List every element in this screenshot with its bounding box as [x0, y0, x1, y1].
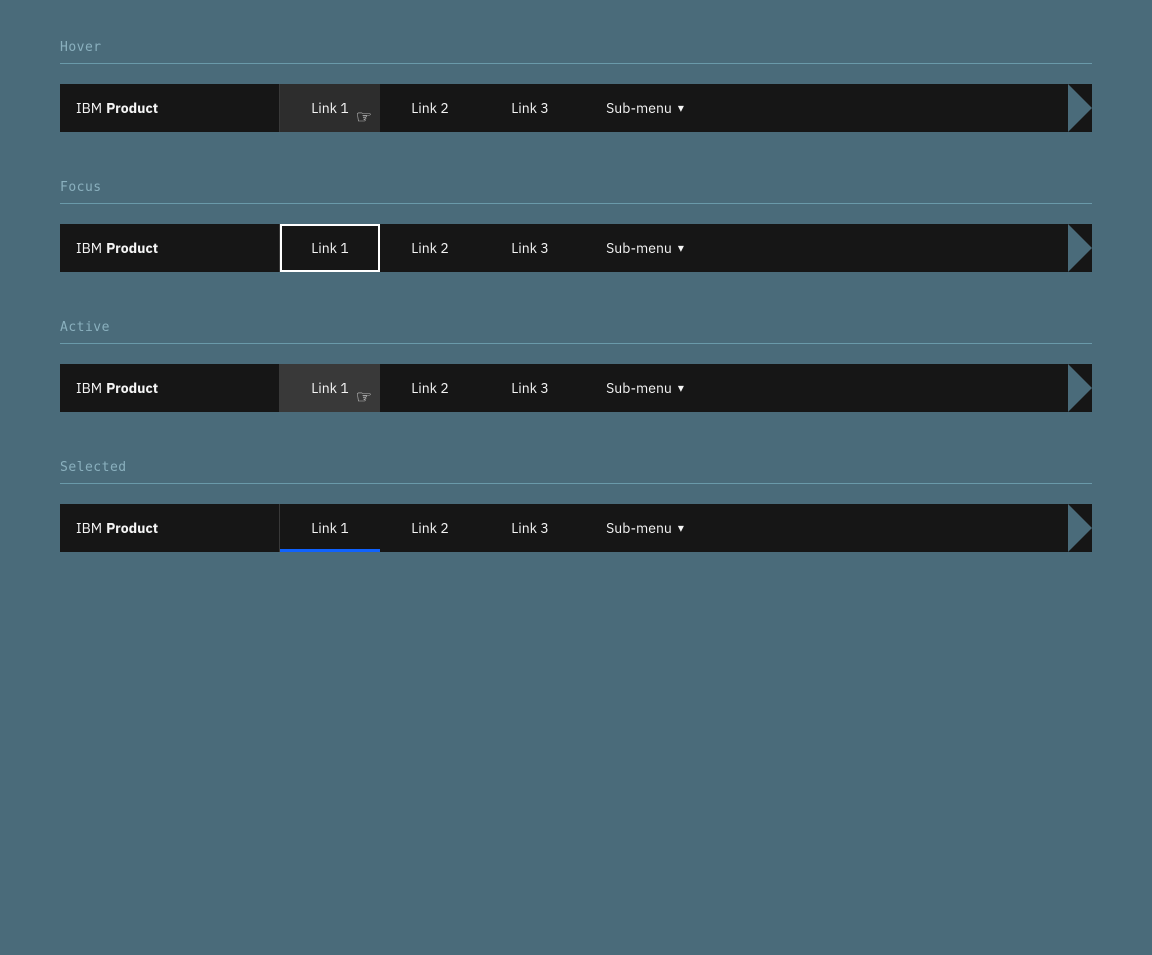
brand-product-focus: Product: [106, 239, 158, 257]
navbar-end-selected: [1052, 504, 1092, 552]
brand-ibm-active: IBM: [76, 379, 102, 397]
divider-selected: [60, 483, 1092, 484]
navbar-brand-selected: IBM Product: [60, 504, 280, 552]
divider-hover: [60, 63, 1092, 64]
nav-link-1-active[interactable]: Link 1: [280, 364, 380, 412]
nav-link-2-selected[interactable]: Link 2: [380, 504, 480, 552]
nav-link-2-active[interactable]: Link 2: [380, 364, 480, 412]
section-focus: Focus IBM Product Link 1 Link 2 Link 3 S…: [60, 180, 1092, 272]
submenu-label-selected: Sub-menu: [606, 519, 672, 537]
submenu-label-focus: Sub-menu: [606, 239, 672, 257]
chevron-down-icon-active: ▾: [678, 381, 684, 396]
brand-product-selected: Product: [106, 519, 158, 537]
navbar-end-focus: [1052, 224, 1092, 272]
brand-ibm-selected: IBM: [76, 519, 102, 537]
nav-submenu-hover[interactable]: Sub-menu ▾: [580, 84, 710, 132]
nav-link-1-selected[interactable]: Link 1: [280, 504, 380, 552]
divider-focus: [60, 203, 1092, 204]
nav-link-1-focus[interactable]: Link 1: [280, 224, 380, 272]
navbar-focus: IBM Product Link 1 Link 2 Link 3 Sub-men…: [60, 224, 1092, 272]
section-selected: Selected IBM Product Link 1 Link 2 Link …: [60, 460, 1092, 552]
navbar-links-focus: Link 1 Link 2 Link 3 Sub-menu ▾: [280, 224, 1052, 272]
section-label-selected: Selected: [60, 460, 1092, 475]
nav-submenu-active[interactable]: Sub-menu ▾: [580, 364, 710, 412]
nav-link-2-hover[interactable]: Link 2: [380, 84, 480, 132]
section-label-focus: Focus: [60, 180, 1092, 195]
section-label-hover: Hover: [60, 40, 1092, 55]
brand-product-hover: Product: [106, 99, 158, 117]
nav-link-3-active[interactable]: Link 3: [480, 364, 580, 412]
divider-active: [60, 343, 1092, 344]
nav-submenu-selected[interactable]: Sub-menu ▾: [580, 504, 710, 552]
chevron-down-icon-selected: ▾: [678, 521, 684, 536]
section-hover: Hover IBM Product Link 1 Link 2 Link 3 S…: [60, 40, 1092, 132]
navbar-end-hover: [1052, 84, 1092, 132]
brand-ibm-focus: IBM: [76, 239, 102, 257]
section-label-active: Active: [60, 320, 1092, 335]
nav-link-3-selected[interactable]: Link 3: [480, 504, 580, 552]
brand-ibm-hover: IBM: [76, 99, 102, 117]
chevron-down-icon-focus: ▾: [678, 241, 684, 256]
nav-link-2-focus[interactable]: Link 2: [380, 224, 480, 272]
navbar-notch-selected: [1068, 504, 1092, 552]
navbar-notch-active: [1068, 364, 1092, 412]
navbar-links-hover: Link 1 Link 2 Link 3 Sub-menu ▾: [280, 84, 1052, 132]
nav-link-3-focus[interactable]: Link 3: [480, 224, 580, 272]
section-active: Active IBM Product Link 1 Link 2 Link 3 …: [60, 320, 1092, 412]
nav-submenu-focus[interactable]: Sub-menu ▾: [580, 224, 710, 272]
navbar-brand-focus: IBM Product: [60, 224, 280, 272]
navbar-selected: IBM Product Link 1 Link 2 Link 3 Sub-men…: [60, 504, 1092, 552]
navbar-links-active: Link 1 Link 2 Link 3 Sub-menu ▾: [280, 364, 1052, 412]
chevron-down-icon-hover: ▾: [678, 101, 684, 116]
submenu-label-active: Sub-menu: [606, 379, 672, 397]
navbar-hover: IBM Product Link 1 Link 2 Link 3 Sub-men…: [60, 84, 1092, 132]
navbar-brand-active: IBM Product: [60, 364, 280, 412]
submenu-label-hover: Sub-menu: [606, 99, 672, 117]
navbar-brand-hover: IBM Product: [60, 84, 280, 132]
navbar-notch-focus: [1068, 224, 1092, 272]
navbar-active: IBM Product Link 1 Link 2 Link 3 Sub-men…: [60, 364, 1092, 412]
nav-link-3-hover[interactable]: Link 3: [480, 84, 580, 132]
nav-link-1-hover[interactable]: Link 1: [280, 84, 380, 132]
navbar-end-active: [1052, 364, 1092, 412]
brand-product-active: Product: [106, 379, 158, 397]
navbar-notch-hover: [1068, 84, 1092, 132]
navbar-links-selected: Link 1 Link 2 Link 3 Sub-menu ▾: [280, 504, 1052, 552]
